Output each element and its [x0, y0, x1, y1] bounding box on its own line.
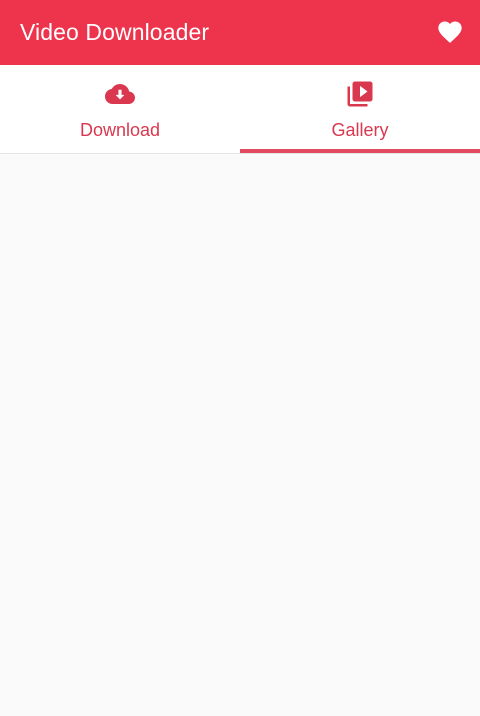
gallery-content-area: [0, 154, 480, 716]
tab-gallery-label: Gallery: [331, 120, 389, 140]
top-app-bar: Video Downloader: [0, 0, 480, 65]
tab-gallery[interactable]: Gallery: [240, 65, 480, 153]
app-title: Video Downloader: [20, 19, 210, 45]
app-screen: Video Downloader Download Gallery: [0, 0, 480, 716]
tab-bar: Download Gallery: [0, 65, 480, 154]
tab-download[interactable]: Download: [0, 65, 240, 153]
favorite-button[interactable]: [428, 10, 472, 54]
video-library-icon: [345, 79, 375, 109]
heart-icon: [438, 21, 462, 43]
cloud-download-icon: [105, 79, 135, 109]
tab-download-label: Download: [79, 120, 161, 140]
selected-tab-indicator: [240, 149, 480, 153]
